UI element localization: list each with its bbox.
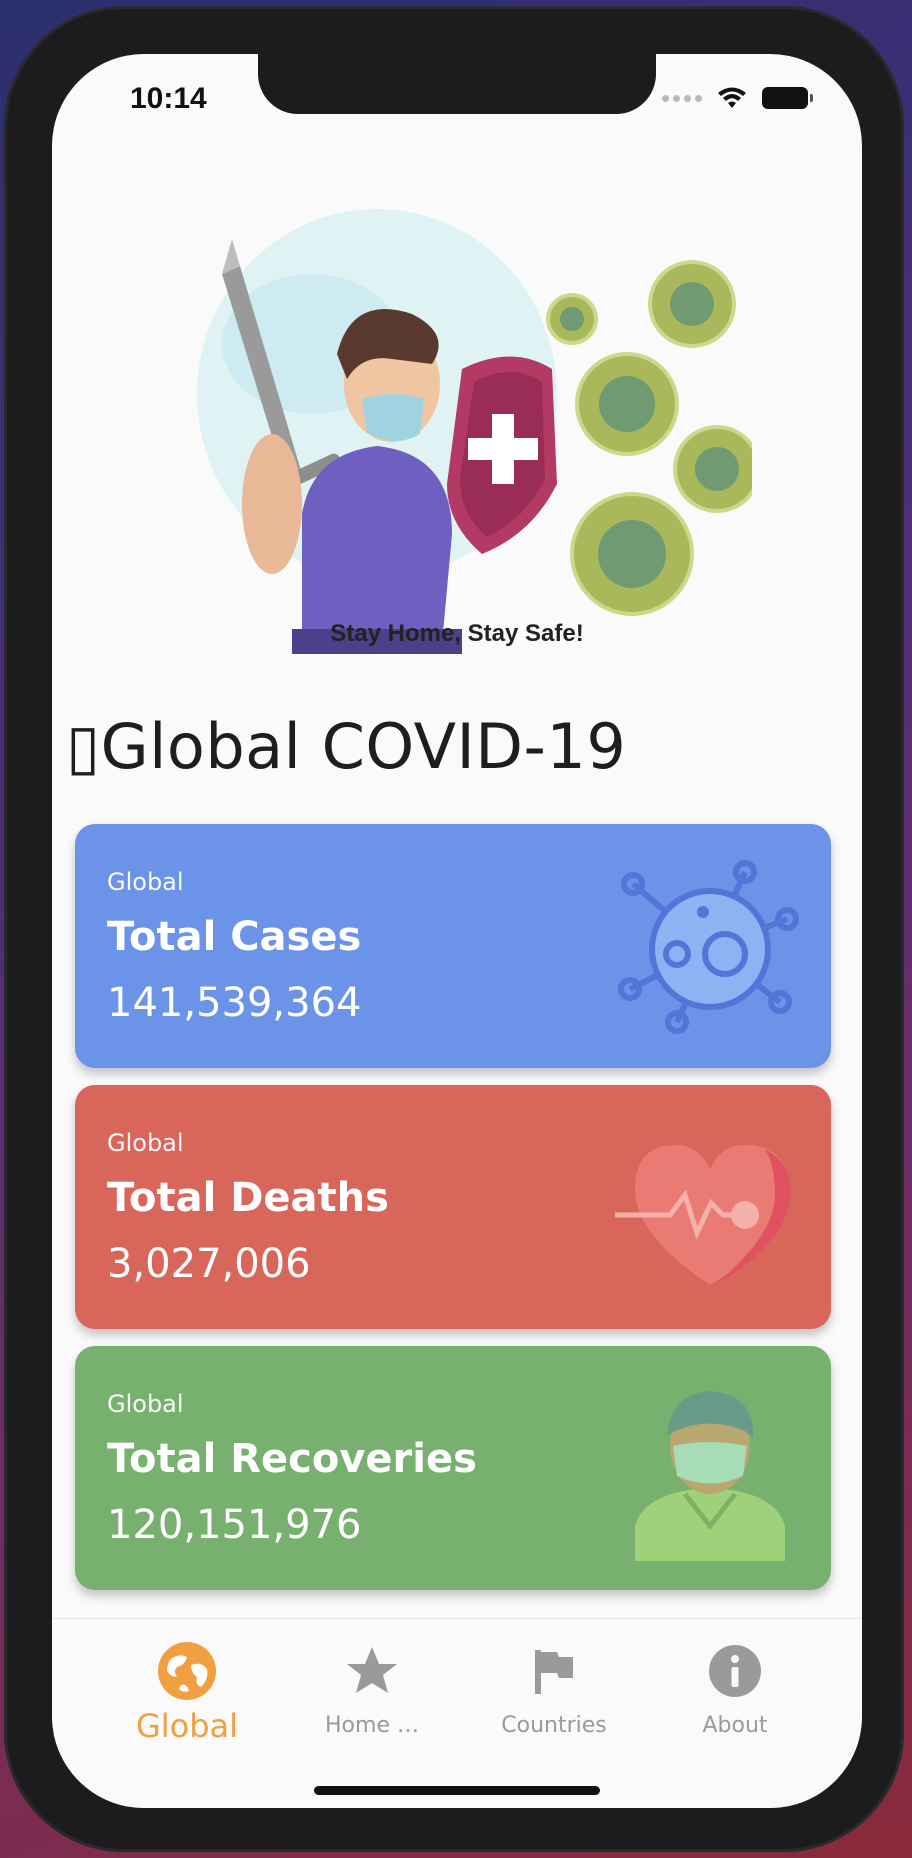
tab-home[interactable]: Home … [297,1619,447,1769]
tab-about[interactable]: About [660,1619,810,1769]
globe-icon [157,1641,217,1701]
hero-illustration [197,209,752,654]
card-title: Total Recoveries [107,1436,477,1482]
tab-label: About [702,1713,768,1738]
masked-person-icon [635,1391,785,1561]
wifi-icon [718,87,746,108]
missing-emoji-glyph: ▯ [66,710,101,783]
card-value: 141,539,364 [107,980,362,1026]
page-title: ▯Global COVID-19 [66,710,626,783]
status-icons [662,86,813,110]
device-notch [258,54,656,114]
tab-countries[interactable]: Countries [479,1619,629,1769]
bottom-tab-bar: Global Home … Countries About [52,1618,862,1808]
page-title-text: Global COVID-19 [100,710,627,783]
total-cases-card[interactable]: Global Total Cases 141,539,364 [75,824,831,1068]
total-deaths-card[interactable]: Global Total Deaths 3,027,006 [75,1085,831,1329]
tab-label: Global [135,1707,239,1745]
battery-icon [762,87,813,109]
card-value: 120,151,976 [107,1502,362,1548]
flag-icon [524,1641,584,1701]
cellular-signal-icon [662,94,702,102]
tab-label: Home … [325,1713,419,1738]
app-screen: 10:14 Stay Home, Stay Safe! ▯Global COVI… [52,54,862,1808]
phone-frame: 10:14 Stay Home, Stay Safe! ▯Global COVI… [4,6,904,1852]
card-title: Total Cases [107,914,362,960]
card-kicker: Global [107,1129,184,1157]
tab-global[interactable]: Global [112,1619,262,1769]
card-value: 3,027,006 [107,1241,311,1287]
home-indicator[interactable] [314,1786,600,1795]
tab-label: Countries [501,1713,607,1738]
star-icon [342,1641,402,1701]
heartbeat-icon [615,1145,791,1285]
card-kicker: Global [107,1390,184,1418]
card-title: Total Deaths [107,1175,389,1221]
card-kicker: Global [107,868,184,896]
status-time: 10:14 [130,82,207,115]
info-icon [705,1641,765,1701]
virus-icon [618,860,799,1034]
hero-tagline: Stay Home, Stay Safe! [330,620,584,647]
total-recoveries-card[interactable]: Global Total Recoveries 120,151,976 [75,1346,831,1590]
